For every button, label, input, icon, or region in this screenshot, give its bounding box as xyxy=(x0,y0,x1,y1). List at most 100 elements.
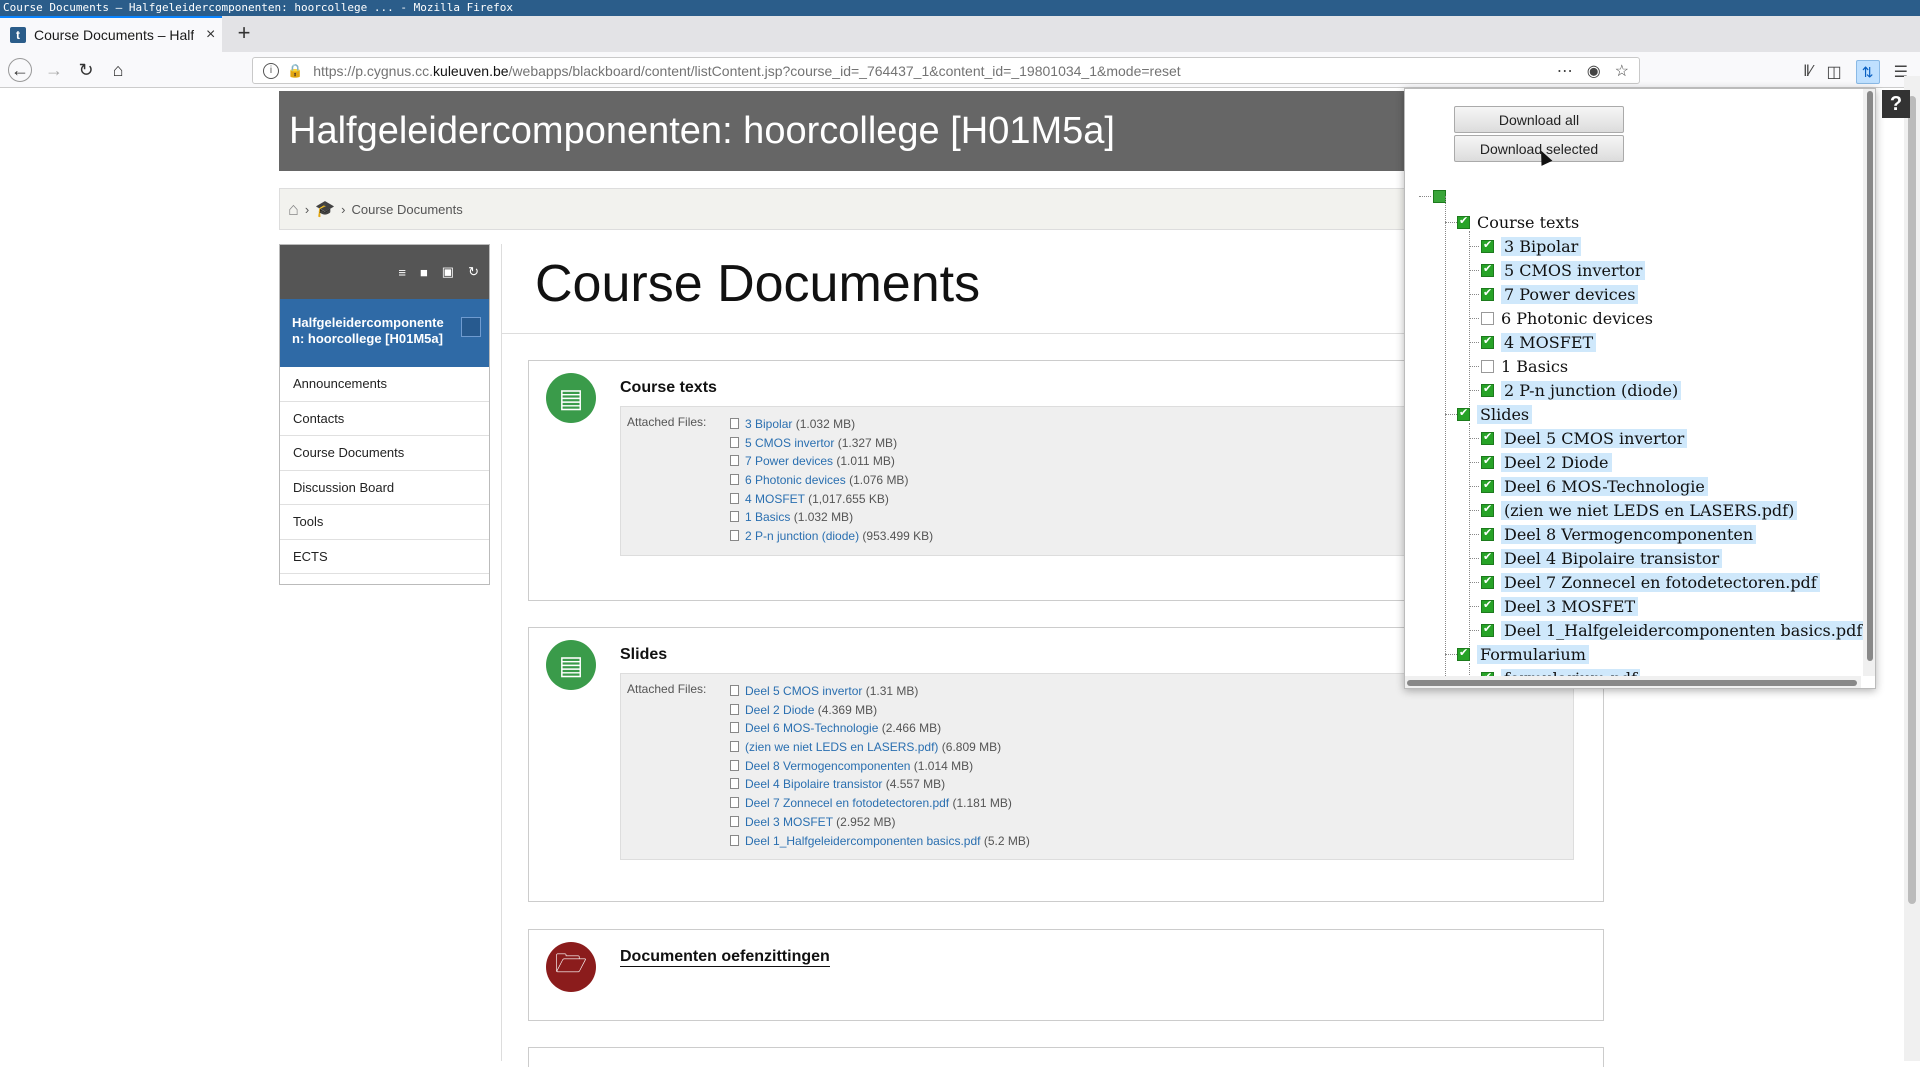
tree-label[interactable]: 4 MOSFET xyxy=(1501,332,1597,352)
file-link[interactable]: 6 Photonic devices xyxy=(745,473,846,487)
new-tab-button[interactable]: + xyxy=(230,20,258,46)
checkbox[interactable] xyxy=(1481,574,1494,589)
home-icon[interactable]: ⌂ xyxy=(106,58,130,82)
tree-file[interactable]: 2 P-n junction (diode) xyxy=(1481,379,1682,401)
tree-label[interactable]: Deel 3 MOSFET xyxy=(1501,596,1639,616)
tree-file[interactable]: (zien we niet LEDS en LASERS.pdf) xyxy=(1481,499,1798,521)
tree-label[interactable]: Deel 2 Diode xyxy=(1501,452,1612,472)
forward-arrow-icon[interactable]: → xyxy=(42,58,66,82)
tree-label[interactable]: Course texts xyxy=(1477,213,1579,232)
checkbox[interactable] xyxy=(1457,214,1470,229)
checkbox[interactable] xyxy=(1481,478,1494,493)
home-icon[interactable]: ⌂ xyxy=(288,199,299,220)
tree-label[interactable]: Slides xyxy=(1477,404,1533,424)
file-link[interactable]: Deel 8 Vermogencomponenten xyxy=(745,759,910,773)
tree-label[interactable]: 6 Photonic devices xyxy=(1501,309,1653,328)
bookmark-star-icon[interactable]: ☆ xyxy=(1615,61,1629,81)
file-link[interactable]: Deel 6 MOS-Technologie xyxy=(745,721,878,735)
url-text[interactable]: https://p.cygnus.cc.kuleuven.be/webapps/… xyxy=(313,63,1180,79)
file-link[interactable]: 5 CMOS invertor xyxy=(745,436,834,450)
reload-icon[interactable]: ↻ xyxy=(74,58,98,82)
checkbox[interactable] xyxy=(1481,334,1494,349)
checkbox[interactable] xyxy=(1481,526,1494,541)
url-bar[interactable]: i 🔒 https://p.cygnus.cc.kuleuven.be/weba… xyxy=(252,57,1640,84)
tree-file[interactable]: 4 MOSFET xyxy=(1481,331,1597,353)
tree-root[interactable] xyxy=(1433,185,1453,207)
checkbox[interactable] xyxy=(1481,550,1494,565)
checkbox[interactable] xyxy=(1481,622,1494,637)
tree-label[interactable]: 3 Bipolar xyxy=(1501,236,1582,256)
tree-file[interactable]: Deel 5 CMOS invertor xyxy=(1481,427,1688,449)
tree-group[interactable]: Course texts xyxy=(1457,211,1579,233)
tree-file[interactable]: Deel 6 MOS-Technologie xyxy=(1481,475,1708,497)
checkbox[interactable] xyxy=(1481,262,1494,277)
tab-course-documents[interactable]: t Course Documents – Halfgeleidercompone… xyxy=(0,16,222,52)
checkbox[interactable] xyxy=(1481,238,1494,253)
tree-group[interactable]: Formularium xyxy=(1457,643,1589,665)
site-info-icon[interactable]: i xyxy=(263,62,279,79)
tree-label[interactable]: 2 P-n junction (diode) xyxy=(1501,380,1682,400)
scrollbar-thumb[interactable] xyxy=(1407,680,1857,686)
checkbox[interactable] xyxy=(1481,311,1494,325)
close-tab-icon[interactable]: × xyxy=(206,26,215,44)
content-item-title-link[interactable]: Documenten oefenzittingen xyxy=(620,948,830,967)
popup-horizontal-scrollbar[interactable] xyxy=(1405,676,1861,688)
tree-label[interactable]: Deel 5 CMOS invertor xyxy=(1501,428,1688,448)
course-menu-item-announcements[interactable]: Announcements xyxy=(280,367,489,402)
checkbox[interactable] xyxy=(1481,286,1494,301)
back-arrow-icon[interactable]: ← xyxy=(8,58,32,82)
file-link[interactable]: Deel 5 CMOS invertor xyxy=(745,684,862,698)
checkbox[interactable] xyxy=(1481,502,1494,517)
tree-file[interactable]: Deel 2 Diode xyxy=(1481,451,1612,473)
page-actions-icon[interactable]: ⋯ xyxy=(1557,61,1573,81)
tree-label[interactable]: Deel 8 Vermogencomponenten xyxy=(1501,524,1757,544)
course-menu-item-contacts[interactable]: Contacts xyxy=(280,402,489,436)
file-link[interactable]: 4 MOSFET xyxy=(745,492,805,506)
tree-label[interactable]: Formularium xyxy=(1477,644,1589,664)
tree-label[interactable]: Deel 7 Zonnecel en fotodetectoren.pdf xyxy=(1501,572,1820,592)
tree-label[interactable]: Deel 6 MOS-Technologie xyxy=(1501,476,1708,496)
course-menu-item-tools[interactable]: Tools xyxy=(280,505,489,540)
file-link[interactable]: 3 Bipolar xyxy=(745,417,792,431)
list-view-icon[interactable]: ≡ xyxy=(398,265,406,280)
tree-label[interactable]: 7 Power devices xyxy=(1501,284,1639,304)
checkbox[interactable] xyxy=(1481,382,1494,397)
tree-file[interactable]: Deel 4 Bipolaire transistor xyxy=(1481,547,1723,569)
checkbox[interactable] xyxy=(1481,430,1494,445)
download-extension-icon[interactable]: ⇅ xyxy=(1855,60,1880,84)
checkbox[interactable] xyxy=(1481,359,1494,373)
tree-label[interactable]: 5 CMOS invertor xyxy=(1501,260,1646,280)
pocket-icon[interactable]: ◉ xyxy=(1587,61,1601,81)
checkbox[interactable] xyxy=(1457,406,1470,421)
tree-file[interactable]: Deel 7 Zonnecel en fotodetectoren.pdf xyxy=(1481,571,1820,593)
tree-file[interactable]: 7 Power devices xyxy=(1481,283,1639,305)
library-icon[interactable]: ‖⁄ xyxy=(1803,63,1812,81)
file-link[interactable]: Deel 7 Zonnecel en fotodetectoren.pdf xyxy=(745,796,949,810)
course-cap-icon[interactable]: 🎓 xyxy=(315,199,335,219)
file-link[interactable]: 2 P-n junction (diode) xyxy=(745,529,859,543)
file-link[interactable]: Deel 2 Diode xyxy=(745,703,814,717)
download-all-button[interactable]: Download all xyxy=(1454,106,1624,133)
course-menu-item-ects[interactable]: ECTS xyxy=(280,540,489,574)
course-menu-item-discussion-board[interactable]: Discussion Board xyxy=(280,471,489,505)
tree-group[interactable]: Slides xyxy=(1457,403,1533,425)
file-link[interactable]: Deel 1_Halfgeleidercomponenten basics.pd… xyxy=(745,834,980,848)
tree-label[interactable]: Deel 1_Halfgeleidercomponenten basics.pd… xyxy=(1501,620,1866,640)
tree-file[interactable]: 1 Basics xyxy=(1481,355,1568,377)
tree-file[interactable]: Deel 1_Halfgeleidercomponenten basics.pd… xyxy=(1481,619,1866,641)
tree-file[interactable]: Deel 3 MOSFET xyxy=(1481,595,1639,617)
checkbox[interactable] xyxy=(1481,598,1494,613)
scrollbar-thumb[interactable] xyxy=(1867,91,1873,661)
tree-file[interactable]: 6 Photonic devices xyxy=(1481,307,1653,329)
tree-label[interactable]: 1 Basics xyxy=(1501,357,1568,376)
scrollbar-thumb[interactable] xyxy=(1908,96,1916,904)
file-link[interactable]: 1 Basics xyxy=(745,510,790,524)
course-menu-title[interactable]: Halfgeleidercomponente n: hoorcollege [H… xyxy=(280,299,489,367)
tree-label[interactable]: (zien we niet LEDS en LASERS.pdf) xyxy=(1501,500,1798,520)
help-icon[interactable]: ? xyxy=(1882,90,1910,118)
checkbox[interactable] xyxy=(1457,646,1470,661)
page-scrollbar[interactable] xyxy=(1904,76,1920,1061)
file-link[interactable]: 7 Power devices xyxy=(745,454,833,468)
tree-file[interactable]: 5 CMOS invertor xyxy=(1481,259,1646,281)
popup-vertical-scrollbar[interactable] xyxy=(1863,89,1875,676)
